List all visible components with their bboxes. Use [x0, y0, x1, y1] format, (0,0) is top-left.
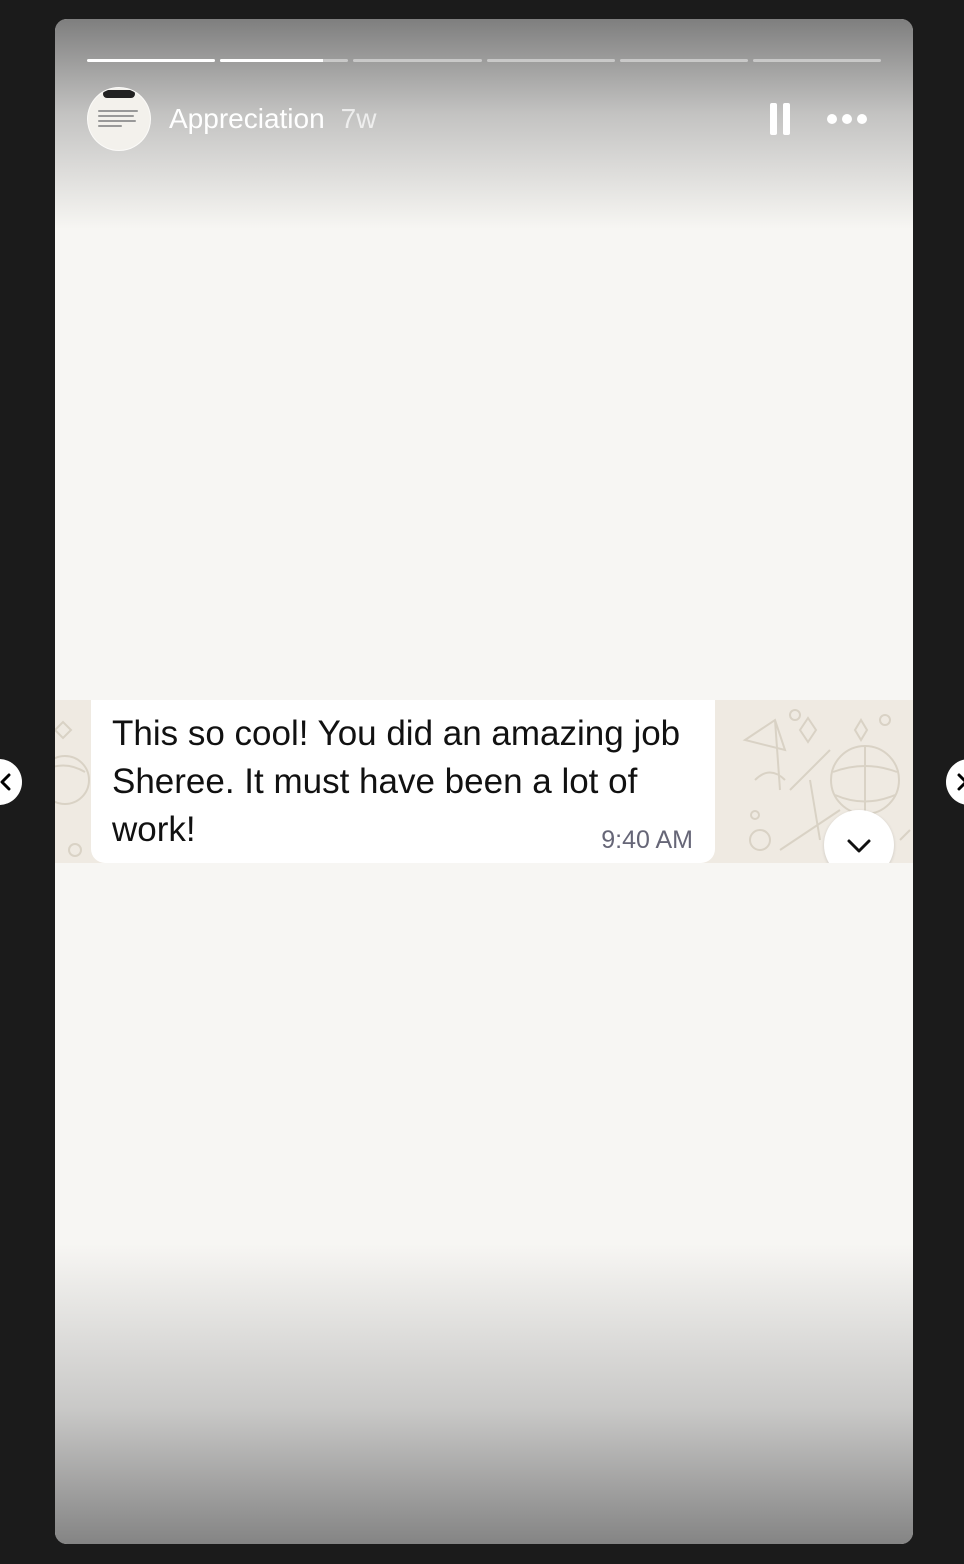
story-header: Appreciation 7w — [87, 87, 881, 151]
chat-screenshot: This so cool! You did an amazing job She… — [55, 700, 913, 863]
story-viewer: This so cool! You did an amazing job She… — [0, 0, 964, 1564]
next-story-button[interactable] — [946, 759, 964, 805]
bottom-shade — [55, 1244, 913, 1544]
progress-segment — [619, 59, 748, 62]
post-age: 7w — [340, 103, 377, 134]
story-progress-bar — [87, 59, 882, 62]
story-card[interactable]: This so cool! You did an amazing job She… — [55, 19, 913, 1544]
progress-segment — [752, 59, 882, 62]
pause-icon[interactable] — [769, 103, 791, 135]
progress-segment-fill — [220, 59, 323, 62]
message-timestamp: 9:40 AM — [601, 826, 693, 854]
story-controls — [769, 103, 881, 135]
progress-segment — [486, 59, 615, 62]
more-options-icon[interactable] — [827, 114, 867, 124]
progress-segment — [220, 59, 349, 62]
progress-segment — [353, 59, 482, 62]
chevron-down-icon — [847, 839, 871, 853]
chevron-right-icon — [957, 773, 964, 791]
message-bubble[interactable]: This so cool! You did an amazing job She… — [91, 700, 715, 863]
progress-segment-fill — [87, 59, 216, 62]
avatar[interactable] — [87, 87, 151, 151]
chevron-left-icon — [0, 773, 11, 791]
progress-segment — [87, 59, 216, 62]
previous-story-button[interactable] — [0, 759, 22, 805]
account-name[interactable]: Appreciation — [169, 103, 325, 135]
